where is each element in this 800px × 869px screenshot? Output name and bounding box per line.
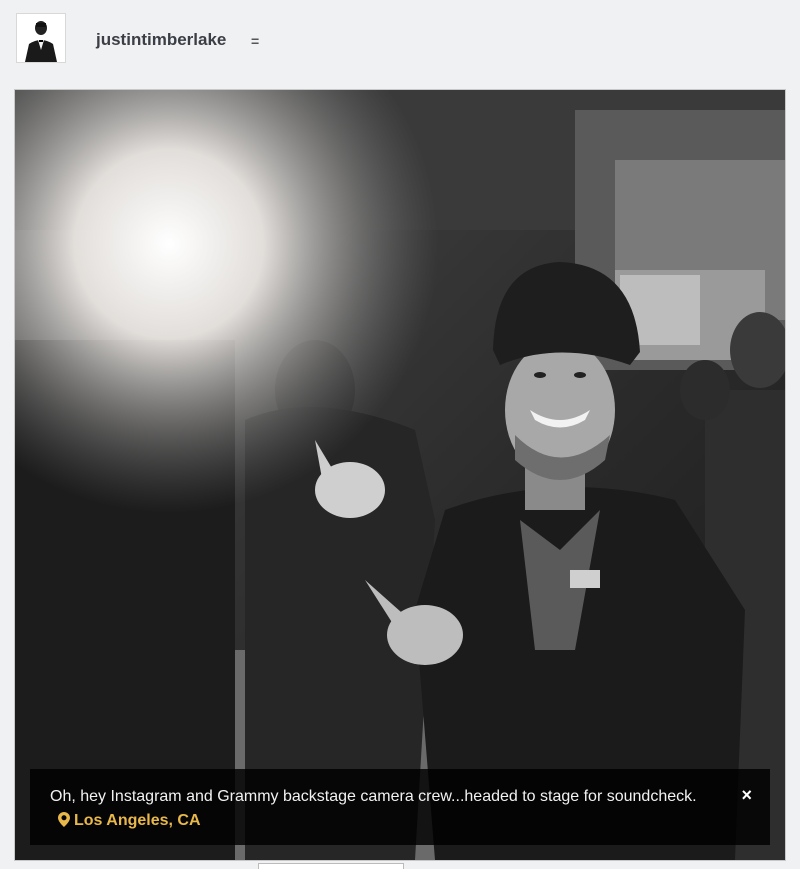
bottom-tab	[258, 863, 404, 869]
location-link[interactable]: Los Angeles, CA	[74, 812, 201, 829]
post-header: justintimberlake =	[0, 0, 800, 88]
caption-overlay: Oh, hey Instagram and Grammy backstage c…	[30, 769, 770, 845]
avatar-image	[17, 14, 65, 62]
location-pin-icon	[58, 812, 70, 827]
menu-icon[interactable]: =	[251, 33, 259, 49]
caption: Oh, hey Instagram and Grammy backstage c…	[50, 785, 720, 833]
username-link[interactable]: justintimberlake	[96, 30, 226, 50]
post-photo[interactable]	[14, 89, 786, 861]
backstage-photo-image	[15, 90, 785, 860]
close-icon[interactable]: ×	[741, 785, 752, 805]
profile-avatar[interactable]	[16, 13, 66, 63]
caption-text: Oh, hey Instagram and Grammy backstage c…	[50, 788, 697, 805]
